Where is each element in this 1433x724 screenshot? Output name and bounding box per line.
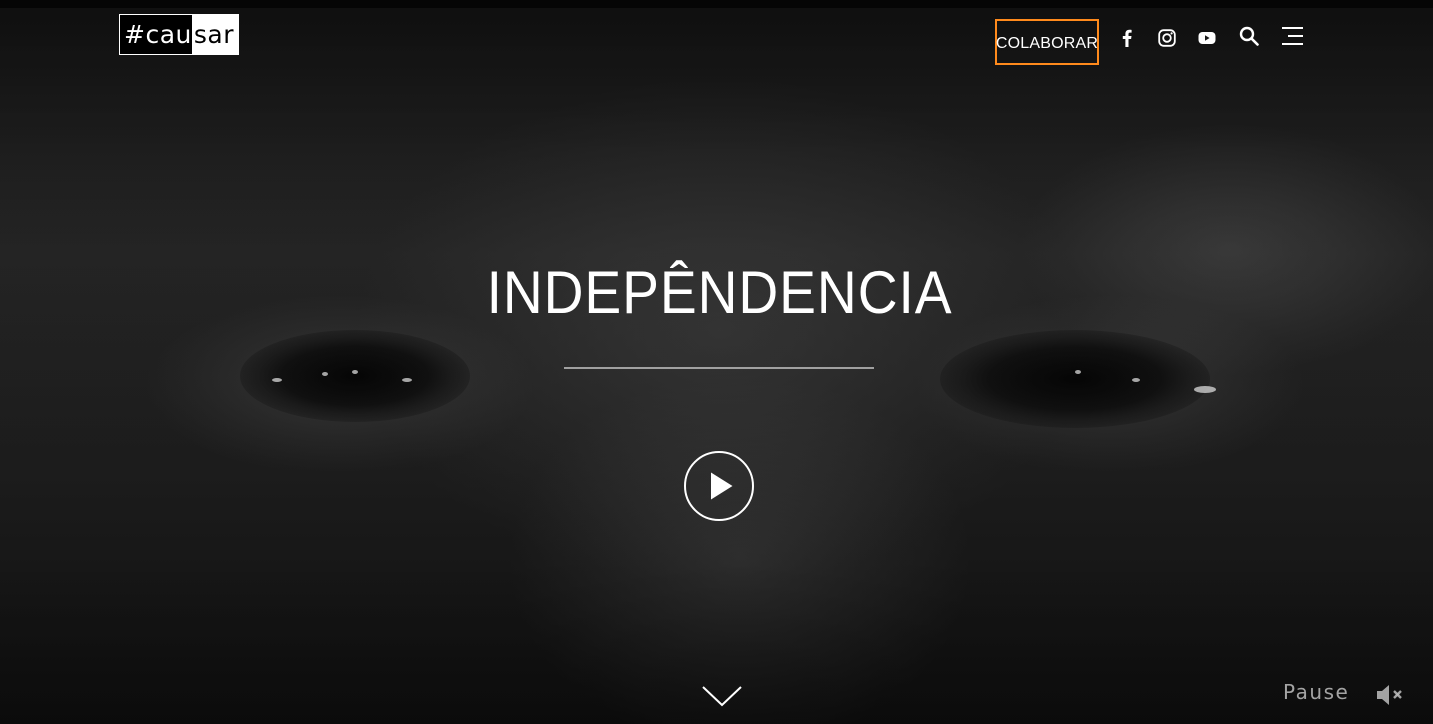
site-header: #cau sar COLABORAR — [0, 8, 1433, 72]
title-divider — [564, 367, 874, 369]
play-button[interactable] — [684, 451, 754, 521]
scroll-down-button[interactable] — [701, 684, 743, 708]
menu-icon[interactable] — [1280, 24, 1306, 48]
instagram-icon[interactable] — [1155, 26, 1179, 50]
top-edge — [0, 0, 1433, 8]
play-icon — [710, 472, 732, 500]
site-logo[interactable]: #cau sar — [119, 14, 239, 55]
chevron-down-icon — [702, 686, 742, 707]
logo-text-dark: #cau — [120, 15, 192, 54]
mute-icon — [1377, 685, 1402, 705]
facebook-icon[interactable] — [1115, 26, 1139, 50]
search-icon[interactable] — [1237, 24, 1261, 48]
hero-section: #cau sar COLABORAR INDEPÊNDENCIA Pause — [0, 0, 1433, 724]
logo-text-light: sar — [191, 15, 238, 54]
hero-title: INDEPÊNDENCIA — [486, 259, 953, 326]
colaborar-button[interactable]: COLABORAR — [995, 19, 1099, 65]
mute-button[interactable] — [1374, 682, 1406, 708]
hero-overlay — [0, 0, 1433, 724]
youtube-icon[interactable] — [1195, 26, 1219, 50]
pause-button[interactable]: Pause — [1283, 680, 1349, 704]
